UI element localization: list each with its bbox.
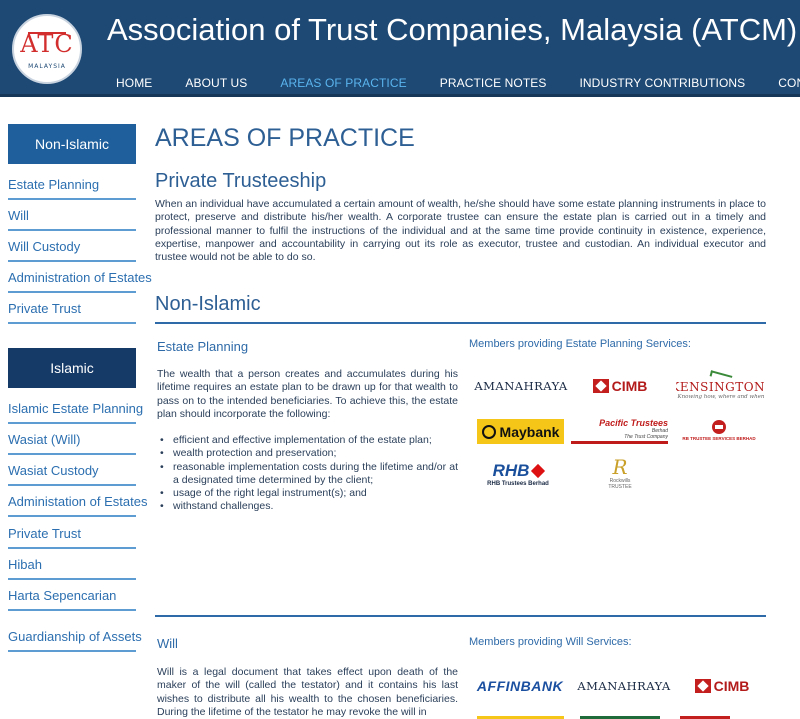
sidebar-item-estate-planning[interactable]: Estate Planning	[8, 177, 136, 200]
list-item: efficient and effective implementation o…	[160, 434, 458, 448]
atcm-logo[interactable]: ATC MALAYSIA	[12, 14, 82, 84]
kensington-reg-mark: ®	[765, 386, 766, 393]
sidebar-item-wasiat-will[interactable]: Wasiat (Will)	[8, 432, 136, 455]
amanahraya-logo[interactable]: AMANAHRAYA	[472, 374, 570, 398]
maybank-logo-text: Maybank	[499, 423, 560, 440]
kensington-logo[interactable]: KENSINGTON® Knowing how, where and when	[676, 368, 766, 404]
will-title: Will	[157, 636, 178, 651]
cimb-logo[interactable]: CIMB	[682, 672, 762, 700]
rhb-logo-sub: RHB Trustees Berhad	[487, 481, 549, 487]
section-divider	[155, 322, 766, 324]
rhb-logo-text: RHB	[492, 461, 530, 480]
list-item: usage of the right legal instrument(s); …	[160, 487, 458, 501]
site-title: Association of Trust Companies, Malaysia…	[107, 12, 798, 47]
logo-subtitle: MALAYSIA	[28, 63, 66, 70]
list-item: wealth protection and preservation;	[160, 447, 458, 461]
sidebar-item-will-custody[interactable]: Will Custody	[8, 239, 136, 262]
rb-trustee-logo[interactable]: RB TRUSTEE SERVICES BERHAD	[676, 414, 762, 446]
cimb-logo-text: CIMB	[713, 678, 750, 694]
sidebar-heading-non-islamic[interactable]: Non-Islamic	[8, 124, 136, 164]
list-item: withstand challenges.	[160, 500, 458, 514]
sidebar-item-guardianship-of-assets[interactable]: Guardianship of Assets	[8, 629, 142, 652]
sidebar-heading-islamic[interactable]: Islamic	[8, 348, 136, 388]
page-title: AREAS OF PRACTICE	[155, 124, 415, 152]
estate-planning-bullets: efficient and effective implementation o…	[160, 434, 458, 514]
kensington-tagline: Knowing how, where and when	[677, 393, 765, 400]
nav-industry-contributions[interactable]: INDUSTRY CONTRIBUTIONS	[579, 76, 745, 92]
rockwills-logo-sub: TRUSTEE	[608, 484, 632, 490]
cimb-logo[interactable]: CIMB	[580, 372, 660, 400]
rb-trustee-logo-text: RB TRUSTEE SERVICES BERHAD	[682, 435, 756, 441]
kensington-name: KENSINGTON	[676, 379, 766, 394]
diamond-icon	[531, 463, 546, 479]
section-divider	[155, 615, 766, 617]
pacific-logo-text: Pacific Trustees	[599, 417, 668, 428]
sidebar-item-islamic-private-trust[interactable]: Private Trust	[8, 526, 136, 549]
private-trusteeship-title: Private Trusteeship	[155, 170, 327, 192]
estate-planning-text: The wealth that a person creates and acc…	[157, 368, 458, 420]
rhb-trustees-logo[interactable]: RHB RHB Trustees Berhad	[479, 456, 557, 492]
site-header: ATC MALAYSIA Association of Trust Compan…	[0, 0, 800, 97]
cimb-mark-icon	[592, 379, 609, 393]
affinbank-logo[interactable]: AFFINBANK	[473, 674, 567, 698]
list-item: reasonable implementation costs during t…	[160, 461, 458, 488]
sidebar-item-will[interactable]: Will	[8, 208, 136, 231]
logo-letters: ATC	[20, 30, 74, 58]
tiger-icon	[481, 424, 496, 439]
pacific-logo-tagline: The Trust Company	[624, 433, 668, 440]
sidebar-item-hibah[interactable]: Hibah	[8, 557, 136, 580]
cimb-mark-icon	[694, 679, 711, 693]
sidebar-item-harta-sepencarian[interactable]: Harta Sepencarian	[8, 588, 136, 611]
nav-areas-of-practice[interactable]: AREAS OF PRACTICE	[280, 76, 406, 92]
rhb-logo-mark: RHB	[492, 461, 546, 481]
private-trusteeship-text: When an individual have accumulated a ce…	[155, 198, 766, 264]
rockwills-r-icon: R	[612, 455, 628, 479]
nav-home[interactable]: HOME	[116, 76, 152, 92]
nav-contact[interactable]: CONTACT	[778, 76, 800, 92]
pacific-trustees-logo[interactable]: Pacific Trustees Berhad The Trust Compan…	[571, 416, 668, 444]
estate-planning-members-title: Members providing Estate Planning Servic…	[469, 338, 691, 350]
sidebar-item-islamic-estate-planning[interactable]: Islamic Estate Planning	[8, 401, 143, 424]
kensington-logo-text: KENSINGTON®	[676, 380, 766, 394]
will-members-title: Members providing Will Services:	[469, 636, 632, 648]
maybank-logo[interactable]: Maybank	[477, 419, 564, 444]
cimb-logo-text: CIMB	[611, 378, 648, 394]
main-nav: HOME ABOUT US AREAS OF PRACTICE PRACTICE…	[116, 76, 800, 92]
nav-about-us[interactable]: ABOUT US	[185, 76, 247, 92]
rockwills-trustee-logo[interactable]: R Rockwills TRUSTEE	[596, 452, 644, 494]
estate-planning-title: Estate Planning	[157, 339, 249, 354]
amanahraya-logo[interactable]: AMANAHRAYA	[575, 674, 673, 698]
sidebar-item-private-trust[interactable]: Private Trust	[8, 301, 136, 324]
nav-practice-notes[interactable]: PRACTICE NOTES	[440, 76, 547, 92]
rb-emblem-icon	[712, 419, 726, 434]
non-islamic-section-title: Non-Islamic	[155, 293, 261, 315]
sidebar-item-wasiat-custody[interactable]: Wasiat Custody	[8, 463, 136, 486]
sidebar-item-administation-of-estates[interactable]: Administation of Estates	[8, 494, 147, 517]
will-text: Will is a legal document that takes effe…	[157, 666, 458, 718]
sidebar-item-administration-of-estates[interactable]: Administration of Estates	[8, 270, 152, 293]
